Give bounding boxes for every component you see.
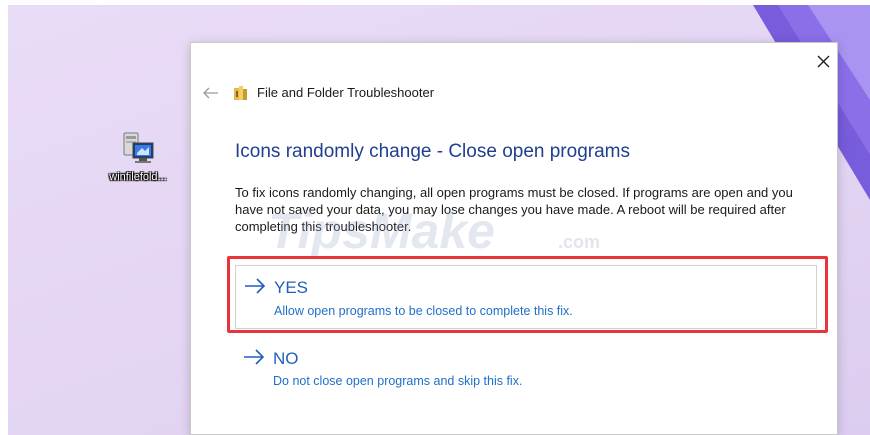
- page-title: Icons randomly change - Close open progr…: [235, 141, 630, 162]
- troubleshooter-window: File and Folder Troubleshooter Icons ran…: [190, 42, 838, 435]
- arrow-right-icon: [244, 349, 265, 365]
- yes-option-title: YES: [274, 278, 309, 297]
- folder-icon: [234, 86, 247, 100]
- app-title: File and Folder Troubleshooter: [257, 85, 435, 100]
- close-button[interactable]: [811, 51, 835, 71]
- desktop-shortcut[interactable]: winfilefold...: [96, 131, 180, 183]
- application-icon: [123, 132, 154, 163]
- description-text: To fix icons randomly changing, all open…: [235, 185, 793, 234]
- no-option-description: Do not close open programs and skip this…: [273, 374, 523, 388]
- yes-option[interactable]: YES Allow open programs to be closed to …: [235, 265, 817, 329]
- back-button[interactable]: [201, 83, 221, 103]
- close-icon: [817, 55, 829, 67]
- yes-option-description: Allow open programs to be closed to comp…: [274, 304, 573, 318]
- arrow-right-icon: [245, 278, 266, 294]
- no-option-title: NO: [273, 349, 299, 368]
- back-arrow-icon: [203, 87, 218, 99]
- desktop-shortcut-label: winfilefold...: [109, 171, 167, 183]
- no-option[interactable]: NO Do not close open programs and skip t…: [235, 343, 817, 399]
- title-bar: File and Folder Troubleshooter: [191, 81, 837, 105]
